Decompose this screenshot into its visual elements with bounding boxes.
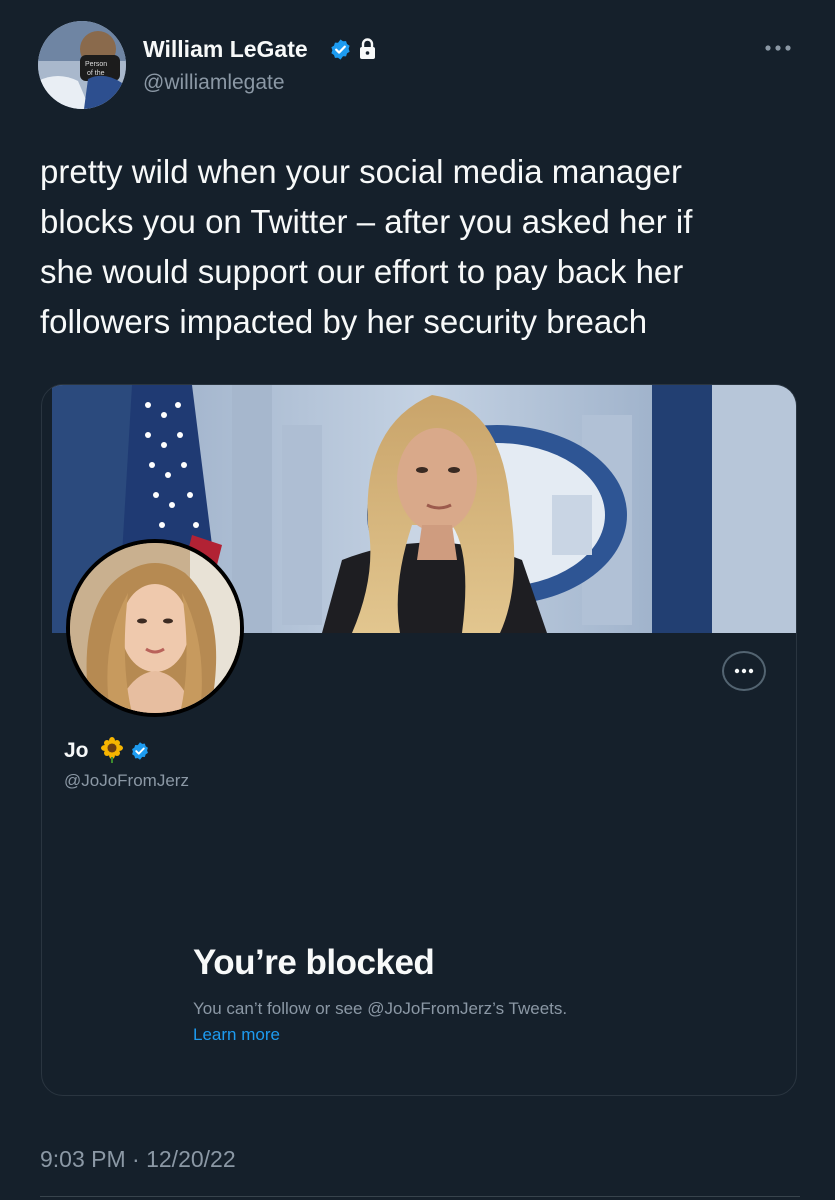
blocked-message: You can’t follow or see @JoJoFromJerz’s … [193, 999, 568, 1018]
tweet-timestamp[interactable]: 9:03 PM · 12/20/22 [40, 1146, 236, 1173]
author-avatar[interactable]: Person of the [38, 21, 126, 109]
tweet-media-image[interactable]: Jo @JoJoFromJerz You’re blocked You can’… [41, 384, 797, 1096]
verified-badge-icon [132, 742, 148, 760]
svg-text:Person: Person [85, 61, 107, 68]
lock-icon [360, 38, 375, 59]
tweet-text-line: blocks you on Twitter – after you asked … [40, 203, 693, 240]
divider [40, 1196, 800, 1197]
sunflower-emoji-icon [101, 737, 123, 763]
author-name[interactable]: William LeGate [143, 36, 308, 63]
profile-name: Jo [64, 739, 89, 762]
blocked-title: You’re blocked [193, 943, 435, 982]
verified-badge-icon [331, 39, 350, 60]
author-handle[interactable]: @williamlegate [143, 71, 285, 95]
tweet-page: Person of the William LeGate @williamleg… [0, 0, 835, 1200]
more-horizontal-icon[interactable] [760, 38, 796, 58]
profile-handle: @JoJoFromJerz [64, 771, 189, 790]
profile-avatar [66, 539, 244, 717]
more-horizontal-icon [734, 668, 754, 674]
tweet-text-line: followers impacted by her security breac… [40, 303, 648, 340]
tweet-text-line: she would support our effort to pay back… [40, 253, 684, 290]
tweet-text: pretty wild when your social media manag… [40, 147, 800, 347]
tweet-text-line: pretty wild when your social media manag… [40, 153, 682, 190]
profile-more-button[interactable] [722, 651, 766, 691]
learn-more-link[interactable]: Learn more [193, 1025, 280, 1045]
